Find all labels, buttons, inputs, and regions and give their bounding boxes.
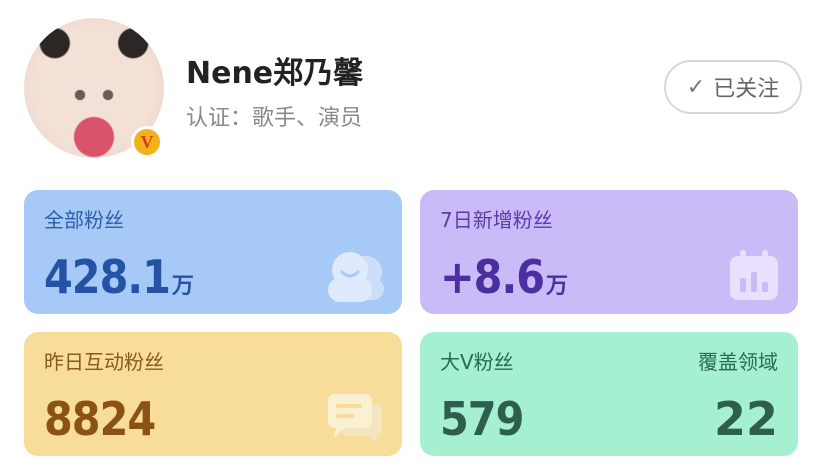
total-fans-value: 428.1万	[44, 254, 194, 300]
followed-label: 已关注	[713, 77, 780, 102]
check-icon: ✓	[686, 74, 706, 100]
bigv-fans-label: 大V粉丝	[440, 350, 514, 374]
bigv-fans-value: 579	[440, 392, 524, 446]
new-fans-card[interactable]: 7日新增粉丝 +8.6万	[420, 190, 798, 314]
new-fans-value: +8.6万	[440, 254, 568, 300]
new-fans-label: 7日新增粉丝	[440, 208, 553, 232]
fans-icon	[328, 252, 384, 302]
followed-button[interactable]: ✓ 已关注	[664, 60, 802, 114]
new-fans-unit: 万	[546, 274, 568, 299]
new-fans-number: +8.6	[440, 250, 545, 304]
total-fans-label: 全部粉丝	[44, 208, 124, 232]
coverage-fields-value: 22	[713, 392, 778, 446]
verified-badge: V	[131, 126, 163, 158]
interactive-fans-value: 8824	[44, 392, 156, 446]
calendar-chart-icon	[730, 250, 778, 300]
profile-name: Nene郑乃馨	[186, 56, 364, 91]
total-fans-card[interactable]: 全部粉丝 428.1万	[24, 190, 402, 314]
total-fans-unit: 万	[171, 274, 194, 299]
total-fans-number: 428.1	[44, 250, 171, 304]
interactive-fans-card[interactable]: 昨日互动粉丝 8824	[24, 332, 402, 456]
interactive-fans-label: 昨日互动粉丝	[44, 350, 164, 374]
message-icon	[328, 394, 382, 444]
certification-text: 认证：歌手、演员	[186, 106, 363, 131]
coverage-fields-label: 覆盖领域	[698, 350, 778, 374]
bigv-fans-card[interactable]: 大V粉丝 覆盖领域 579 22	[420, 332, 798, 456]
